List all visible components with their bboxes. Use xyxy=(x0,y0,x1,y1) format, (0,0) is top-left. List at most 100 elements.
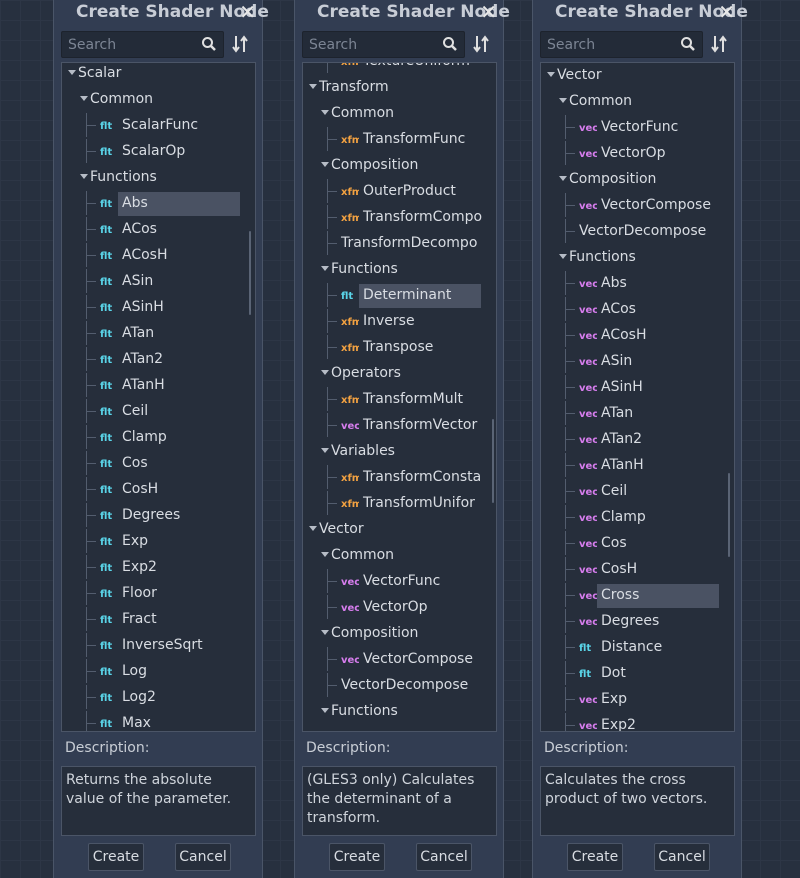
chevron-down-icon[interactable] xyxy=(78,87,90,111)
chevron-down-icon[interactable] xyxy=(319,439,331,463)
create-button[interactable]: Create xyxy=(567,843,623,871)
sort-options-icon[interactable] xyxy=(473,34,491,58)
close-icon[interactable]: ✕ xyxy=(239,0,256,24)
cancel-button[interactable]: Cancel xyxy=(654,843,710,871)
tree-folder[interactable]: Functions xyxy=(541,245,734,269)
tree-item[interactable]: flt InverseSqrt xyxy=(62,633,255,657)
tree-folder[interactable]: Composition xyxy=(303,621,496,645)
tree-item[interactable]: flt Distance xyxy=(541,635,734,659)
tree-item[interactable]: vec ASin xyxy=(541,349,734,373)
tree-item[interactable]: xfm TransformFunc xyxy=(303,127,496,151)
tree-item[interactable]: flt Max xyxy=(62,711,255,731)
tree-folder[interactable]: Functions xyxy=(62,165,255,189)
search-input[interactable]: Search xyxy=(61,31,224,58)
tree-folder[interactable]: Common xyxy=(303,101,496,125)
close-icon[interactable]: ✕ xyxy=(480,0,497,24)
tree-item[interactable]: vec Exp2 xyxy=(541,713,734,731)
create-button[interactable]: Create xyxy=(88,843,144,871)
tree-item[interactable]: vec VectorFunc xyxy=(541,115,734,139)
tree-item[interactable]: flt Ceil xyxy=(62,399,255,423)
chevron-down-icon[interactable] xyxy=(319,257,331,281)
tree-item[interactable]: flt Determinant xyxy=(303,283,496,308)
tree-folder[interactable]: Common xyxy=(62,87,255,111)
tree-item[interactable]: xfm TextureUniform xyxy=(303,63,496,73)
tree-item[interactable]: flt Exp2 xyxy=(62,555,255,579)
tree-item[interactable]: vec ACosH xyxy=(541,323,734,347)
tree-item[interactable]: flt Degrees xyxy=(62,503,255,527)
tree-item[interactable]: vec Degrees xyxy=(541,609,734,633)
tree-item[interactable]: xfm TransformConsta xyxy=(303,465,496,489)
dialog-titlebar[interactable]: Create Shader Node ✕ xyxy=(54,0,269,26)
tree-item[interactable]: vec Cross xyxy=(541,583,734,608)
tree-folder[interactable]: Common xyxy=(541,89,734,113)
cancel-button[interactable]: Cancel xyxy=(416,843,472,871)
chevron-down-icon[interactable] xyxy=(319,361,331,385)
tree-folder[interactable]: Operators xyxy=(303,361,496,385)
tree-item[interactable]: flt Cos xyxy=(62,451,255,475)
chevron-down-icon[interactable] xyxy=(319,621,331,645)
tree-folder[interactable]: Functions xyxy=(303,257,496,281)
tree-folder[interactable]: Vector xyxy=(303,517,496,541)
tree-item[interactable]: VectorDecompose xyxy=(303,673,496,697)
node-tree[interactable]: Vector Common vec VectorFunc vec VectorOp Comp… xyxy=(540,62,735,732)
chevron-down-icon[interactable] xyxy=(78,165,90,189)
tree-item[interactable]: flt ACosH xyxy=(62,243,255,267)
chevron-down-icon[interactable] xyxy=(557,89,569,113)
chevron-down-icon[interactable] xyxy=(557,167,569,191)
chevron-down-icon[interactable] xyxy=(319,543,331,567)
tree-item[interactable]: xfm TransformCompo xyxy=(303,205,496,229)
tree-item[interactable]: vec Cos xyxy=(541,531,734,555)
chevron-down-icon[interactable] xyxy=(66,63,78,85)
chevron-down-icon[interactable] xyxy=(319,153,331,177)
tree-item[interactable]: flt Exp xyxy=(62,529,255,553)
tree-folder[interactable]: Variables xyxy=(303,439,496,463)
tree-item[interactable]: flt Log xyxy=(62,659,255,683)
tree-folder[interactable]: Scalar xyxy=(62,63,255,85)
tree-item[interactable]: xfm TransformUnifor xyxy=(303,491,496,515)
tree-item[interactable]: flt CosH xyxy=(62,477,255,501)
tree-folder[interactable]: Transform xyxy=(303,75,496,99)
tree-item[interactable]: flt ATan2 xyxy=(62,347,255,371)
close-icon[interactable]: ✕ xyxy=(718,0,735,24)
tree-item[interactable]: flt ScalarOp xyxy=(62,139,255,163)
tree-item[interactable]: vec ATanH xyxy=(541,453,734,477)
tree-folder[interactable]: Vector xyxy=(541,63,734,87)
tree-item[interactable]: flt Log2 xyxy=(62,685,255,709)
sort-options-icon[interactable] xyxy=(711,34,729,58)
tree-item[interactable]: vec VectorCompose xyxy=(541,193,734,217)
chevron-down-icon[interactable] xyxy=(557,245,569,269)
tree-item[interactable]: flt Fract xyxy=(62,607,255,631)
tree-item[interactable]: vec VectorOp xyxy=(541,141,734,165)
tree-item[interactable]: flt Clamp xyxy=(62,425,255,449)
tree-item[interactable]: TransformDecompo xyxy=(303,231,496,255)
tree-folder[interactable]: Composition xyxy=(541,167,734,191)
scrollbar[interactable] xyxy=(728,473,730,557)
tree-item[interactable]: xfm Transpose xyxy=(303,335,496,359)
tree-item[interactable]: flt ATan xyxy=(62,321,255,345)
chevron-down-icon[interactable] xyxy=(319,699,331,723)
tree-item[interactable]: xfm TransformMult xyxy=(303,387,496,411)
tree-item[interactable]: vec CosH xyxy=(541,557,734,581)
chevron-down-icon[interactable] xyxy=(307,75,319,99)
scrollbar[interactable] xyxy=(249,231,251,315)
tree-item[interactable]: vec ATan2 xyxy=(541,427,734,451)
tree-item[interactable]: xfm Inverse xyxy=(303,309,496,333)
chevron-down-icon[interactable] xyxy=(545,63,557,87)
create-button[interactable]: Create xyxy=(329,843,385,871)
scrollbar[interactable] xyxy=(492,419,494,503)
tree-item[interactable]: vec TransformVector xyxy=(303,413,496,437)
tree-item[interactable]: flt Abs xyxy=(62,191,255,216)
tree-item[interactable]: flt ACos xyxy=(62,217,255,241)
tree-folder[interactable]: Common xyxy=(303,543,496,567)
tree-item[interactable]: vec Exp xyxy=(541,687,734,711)
tree-folder[interactable]: Functions xyxy=(303,699,496,723)
tree-item[interactable]: vec ATan xyxy=(541,401,734,425)
dialog-titlebar[interactable]: Create Shader Node ✕ xyxy=(533,0,748,26)
tree-folder[interactable]: Composition xyxy=(303,153,496,177)
sort-options-icon[interactable] xyxy=(232,34,250,58)
chevron-down-icon[interactable] xyxy=(319,101,331,125)
tree-item[interactable]: vec ASinH xyxy=(541,375,734,399)
tree-item[interactable]: flt Dot xyxy=(541,661,734,685)
dialog-titlebar[interactable]: Create Shader Node ✕ xyxy=(295,0,510,26)
search-input[interactable]: Search xyxy=(302,31,465,58)
